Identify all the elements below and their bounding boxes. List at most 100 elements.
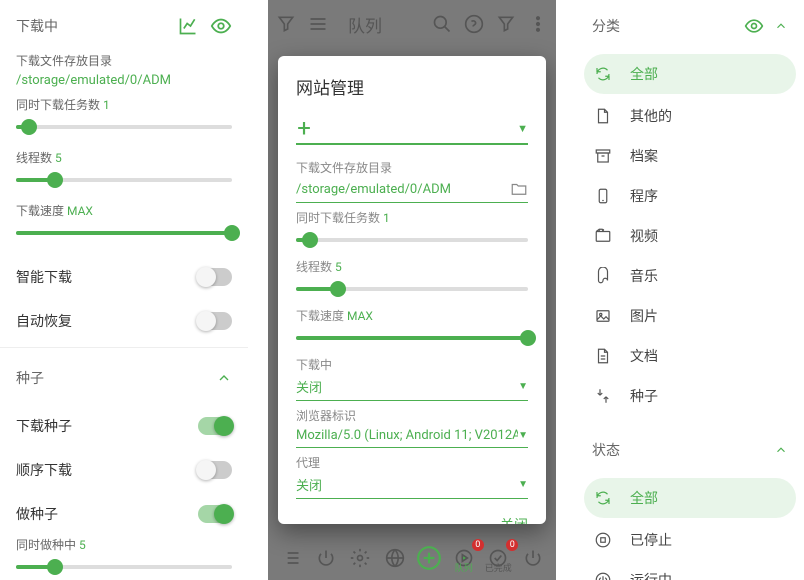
auto-resume-toggle[interactable] (198, 312, 232, 330)
stop-icon (594, 531, 612, 549)
filter-panel: 分类 全部其他的档案程序视频音乐图片文档种子 状态 全部已停止运行中 时间 (576, 0, 804, 580)
phone-icon (594, 187, 612, 205)
ua-field[interactable]: Mozilla/5.0 (Linux; Android 11; V2012A B… (296, 424, 528, 448)
filter-item-file[interactable]: 其他的 (576, 96, 804, 136)
filter-item-archive[interactable]: 档案 (576, 136, 804, 176)
close-button[interactable]: 关闭 (296, 505, 528, 524)
seq-download-row[interactable]: 顺序下载 (0, 448, 248, 492)
filter-label: 视频 (630, 226, 658, 246)
proxy-field[interactable]: 关闭▼ (296, 471, 528, 499)
site-manage-dialog: 网站管理 + ▼ 下载文件存放目录 /storage/emulated/0/AD… (278, 56, 546, 524)
settings-panel: 下载中 下载文件存放目录 /storage/emulated/0/ADM 同时下… (0, 0, 248, 580)
image-icon (594, 307, 612, 325)
state-header[interactable]: 状态 (576, 424, 804, 476)
seq-download-toggle[interactable] (198, 461, 232, 479)
be-seed-toggle[interactable] (198, 505, 232, 523)
be-seed-row[interactable]: 做种子 (0, 492, 248, 536)
filter-item-phone[interactable]: 程序 (576, 176, 804, 216)
refresh-icon (594, 489, 612, 507)
filter-item-power[interactable]: 运行中 (576, 560, 804, 580)
filter-item-refresh[interactable]: 全部 (584, 478, 796, 518)
list-icon[interactable] (276, 543, 306, 573)
music-icon (594, 267, 612, 285)
filter-item-torrent[interactable]: 种子 (576, 376, 804, 416)
dir-label: 下载文件存放目录 (0, 52, 248, 69)
dialog-title: 网站管理 (296, 74, 528, 99)
filter-item-refresh[interactable]: 全部 (584, 54, 796, 94)
filter-item-music[interactable]: 音乐 (576, 256, 804, 296)
filter-label: 其他的 (630, 106, 672, 126)
menu-icon[interactable] (308, 14, 328, 34)
smart-download-toggle[interactable] (198, 268, 232, 286)
plus-icon[interactable]: + (296, 114, 312, 142)
dropdown-icon[interactable]: ▼ (517, 122, 528, 135)
seed-header[interactable]: 种子 (0, 352, 248, 404)
filter-label: 已停止 (630, 530, 672, 550)
dir-field[interactable]: /storage/emulated/0/ADM (296, 176, 528, 203)
downloading-header[interactable]: 下载中 (0, 0, 248, 52)
download-seed-toggle[interactable] (198, 417, 232, 435)
filter-label: 音乐 (630, 266, 658, 286)
filter-item-video[interactable]: 视频 (576, 216, 804, 256)
filter-label: 图片 (630, 306, 658, 326)
section-title: 下载中 (16, 16, 58, 36)
ua-label: 浏览器标识 (296, 407, 528, 424)
filter-label: 程序 (630, 186, 658, 206)
auto-resume-row[interactable]: 自动恢复 (0, 299, 248, 343)
archive-icon (594, 147, 612, 165)
speed-label: 下载速度 MAX (296, 307, 528, 324)
more-icon[interactable] (528, 14, 548, 34)
folder-icon (510, 180, 528, 198)
downloading-label: 下载中 (296, 356, 528, 373)
filter-item-doc[interactable]: 文档 (576, 336, 804, 376)
eye-icon[interactable] (210, 15, 232, 37)
seed-tasks-label: 同时做种中 5 (0, 536, 248, 553)
filter-item-stop[interactable]: 已停止 (576, 520, 804, 560)
chart-icon[interactable] (178, 16, 198, 36)
done-tab[interactable]: 0已完成 (483, 543, 513, 573)
filter-item-image[interactable]: 图片 (576, 296, 804, 336)
category-header[interactable]: 分类 (576, 0, 804, 52)
add-site-row[interactable]: + ▼ (296, 113, 528, 145)
speed-slider[interactable] (296, 326, 528, 350)
threads-slider[interactable] (16, 168, 232, 192)
eye-icon[interactable] (744, 16, 764, 36)
topbar: 队列 (268, 0, 556, 48)
bottombar: 0队列 0已完成 (268, 536, 556, 580)
tasks-label: 同时下载任务数 1 (0, 96, 248, 113)
filter-icon[interactable] (276, 14, 296, 34)
filter-label: 种子 (630, 386, 658, 406)
add-button[interactable] (414, 543, 444, 573)
download-seed-row[interactable]: 下载种子 (0, 404, 248, 448)
tasks-label: 同时下载任务数 1 (296, 209, 528, 226)
smart-download-row[interactable]: 智能下载 (0, 255, 248, 299)
threads-label: 线程数 5 (0, 149, 248, 166)
power-icon (594, 571, 612, 580)
doc-icon (594, 347, 612, 365)
filter-label: 全部 (630, 488, 658, 508)
seed-tasks-slider[interactable] (16, 555, 232, 579)
power2-icon[interactable] (518, 543, 548, 573)
help-icon[interactable] (464, 14, 484, 34)
filter-label: 档案 (630, 146, 658, 166)
speed-slider[interactable] (16, 221, 232, 245)
topbar-title: 队列 (348, 12, 420, 37)
downloading-field[interactable]: 关闭▼ (296, 373, 528, 401)
chevron-up-icon (774, 443, 788, 457)
speed-label: 下载速度 MAX (0, 202, 248, 219)
search-icon[interactable] (432, 14, 452, 34)
power-icon[interactable] (311, 543, 341, 573)
tasks-slider[interactable] (296, 228, 528, 252)
globe-icon[interactable] (380, 543, 410, 573)
queue-tab[interactable]: 0队列 (449, 543, 479, 573)
queue-panel: 队列 网站管理 + ▼ 下载文件存放目录 /storage/emulated/0… (268, 0, 556, 580)
dir-path[interactable]: /storage/emulated/0/ADM (0, 69, 248, 96)
threads-slider[interactable] (296, 277, 528, 301)
tasks-slider[interactable] (16, 115, 232, 139)
video-icon (594, 227, 612, 245)
proxy-label: 代理 (296, 454, 528, 471)
file-icon (594, 107, 612, 125)
gear-icon[interactable] (345, 543, 375, 573)
filter-label: 全部 (630, 64, 658, 84)
filter2-icon[interactable] (496, 14, 516, 34)
